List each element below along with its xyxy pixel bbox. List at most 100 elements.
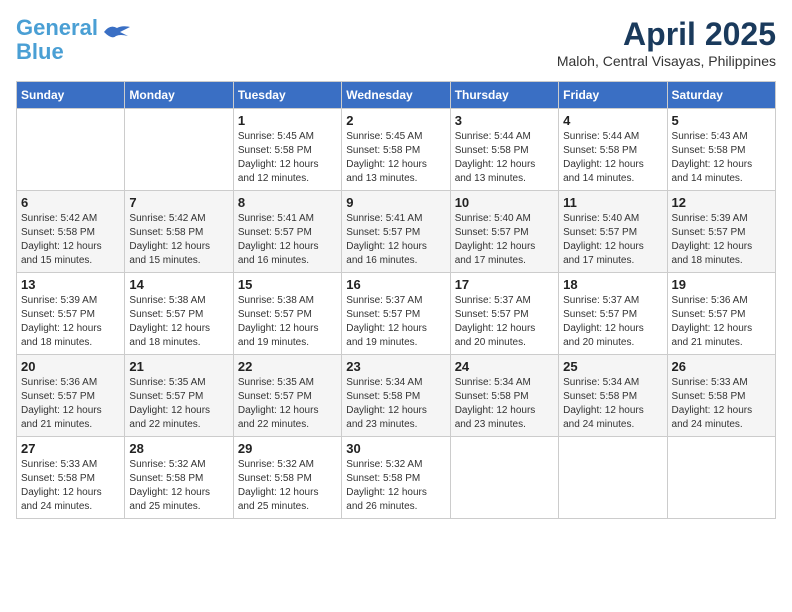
day-number: 30 — [346, 441, 445, 456]
day-info: Sunrise: 5:39 AM Sunset: 5:57 PM Dayligh… — [21, 294, 120, 350]
day-number: 13 — [21, 277, 120, 292]
calendar-cell: 28 Sunrise: 5:32 AM Sunset: 5:58 PM Dayli… — [125, 437, 233, 519]
weekday-header: Thursday — [450, 82, 558, 109]
day-info: Sunrise: 5:39 AM Sunset: 5:57 PM Dayligh… — [672, 212, 771, 268]
day-number: 25 — [563, 359, 662, 374]
calendar-week-row: 27 Sunrise: 5:33 AM Sunset: 5:58 PM Dayli… — [17, 437, 776, 519]
day-info: Sunrise: 5:38 AM Sunset: 5:57 PM Dayligh… — [129, 294, 228, 350]
day-info: Sunrise: 5:33 AM Sunset: 5:58 PM Dayligh… — [672, 376, 771, 432]
day-info: Sunrise: 5:42 AM Sunset: 5:58 PM Dayligh… — [129, 212, 228, 268]
calendar-week-row: 20Sunrise: 5:36 AM Sunset: 5:57 PM Dayli… — [17, 355, 776, 437]
day-info: Sunrise: 5:44 AM Sunset: 5:58 PM Dayligh… — [455, 130, 554, 186]
calendar-cell: 7 Sunrise: 5:42 AM Sunset: 5:58 PM Daylig… — [125, 191, 233, 273]
calendar-cell: 14 Sunrise: 5:38 AM Sunset: 5:57 PM Dayli… — [125, 273, 233, 355]
calendar-cell: 13 Sunrise: 5:39 AM Sunset: 5:57 PM Dayli… — [17, 273, 125, 355]
calendar-cell: 29Sunrise: 5:32 AM Sunset: 5:58 PM Dayli… — [233, 437, 341, 519]
day-number: 24 — [455, 359, 554, 374]
weekday-header: Sunday — [17, 82, 125, 109]
calendar-cell — [559, 437, 667, 519]
calendar-cell: 3 Sunrise: 5:44 AM Sunset: 5:58 PM Daylig… — [450, 109, 558, 191]
day-number: 18 — [563, 277, 662, 292]
day-info: Sunrise: 5:34 AM Sunset: 5:58 PM Dayligh… — [346, 376, 445, 432]
day-number: 11 — [563, 195, 662, 210]
calendar-header-row: SundayMondayTuesdayWednesdayThursdayFrid… — [17, 82, 776, 109]
day-info: Sunrise: 5:43 AM Sunset: 5:58 PM Dayligh… — [672, 130, 771, 186]
calendar-cell: 21 Sunrise: 5:35 AM Sunset: 5:57 PM Dayli… — [125, 355, 233, 437]
day-number: 22 — [238, 359, 337, 374]
calendar-cell: 11 Sunrise: 5:40 AM Sunset: 5:57 PM Dayli… — [559, 191, 667, 273]
logo-blue: Blue — [16, 39, 64, 64]
calendar-cell: 23Sunrise: 5:34 AM Sunset: 5:58 PM Dayli… — [342, 355, 450, 437]
calendar-cell: 8Sunrise: 5:41 AM Sunset: 5:57 PM Daylig… — [233, 191, 341, 273]
day-info: Sunrise: 5:37 AM Sunset: 5:57 PM Dayligh… — [455, 294, 554, 350]
calendar-cell — [125, 109, 233, 191]
day-info: Sunrise: 5:37 AM Sunset: 5:57 PM Dayligh… — [563, 294, 662, 350]
calendar-cell — [667, 437, 775, 519]
day-number: 6 — [21, 195, 120, 210]
calendar-cell: 10 Sunrise: 5:40 AM Sunset: 5:57 PM Dayli… — [450, 191, 558, 273]
calendar-week-row: 13 Sunrise: 5:39 AM Sunset: 5:57 PM Dayli… — [17, 273, 776, 355]
calendar-week-row: 6 Sunrise: 5:42 AM Sunset: 5:58 PM Daylig… — [17, 191, 776, 273]
weekday-header: Wednesday — [342, 82, 450, 109]
day-info: Sunrise: 5:34 AM Sunset: 5:58 PM Dayligh… — [455, 376, 554, 432]
day-number: 21 — [129, 359, 228, 374]
day-number: 5 — [672, 113, 771, 128]
day-info: Sunrise: 5:35 AM Sunset: 5:57 PM Dayligh… — [238, 376, 337, 432]
day-number: 26 — [672, 359, 771, 374]
day-info: Sunrise: 5:32 AM Sunset: 5:58 PM Dayligh… — [346, 458, 445, 514]
day-info: Sunrise: 5:33 AM Sunset: 5:58 PM Dayligh… — [21, 458, 120, 514]
day-number: 28 — [129, 441, 228, 456]
day-number: 4 — [563, 113, 662, 128]
day-number: 10 — [455, 195, 554, 210]
logo-text: General Blue — [16, 16, 98, 64]
calendar-week-row: 1 Sunrise: 5:45 AM Sunset: 5:58 PM Daylig… — [17, 109, 776, 191]
day-number: 16 — [346, 277, 445, 292]
day-number: 2 — [346, 113, 445, 128]
day-info: Sunrise: 5:45 AM Sunset: 5:58 PM Dayligh… — [238, 130, 337, 186]
weekday-header: Monday — [125, 82, 233, 109]
calendar-cell: 22 Sunrise: 5:35 AM Sunset: 5:57 PM Dayli… — [233, 355, 341, 437]
day-info: Sunrise: 5:34 AM Sunset: 5:58 PM Dayligh… — [563, 376, 662, 432]
calendar-cell: 26 Sunrise: 5:33 AM Sunset: 5:58 PM Dayli… — [667, 355, 775, 437]
month-title: April 2025 — [557, 16, 776, 53]
day-info: Sunrise: 5:36 AM Sunset: 5:57 PM Dayligh… — [672, 294, 771, 350]
day-number: 1 — [238, 113, 337, 128]
logo-bird-icon — [102, 22, 132, 42]
day-info: Sunrise: 5:38 AM Sunset: 5:57 PM Dayligh… — [238, 294, 337, 350]
day-info: Sunrise: 5:36 AM Sunset: 5:57 PM Dayligh… — [21, 376, 120, 432]
day-number: 9 — [346, 195, 445, 210]
weekday-header: Saturday — [667, 82, 775, 109]
day-number: 17 — [455, 277, 554, 292]
day-number: 14 — [129, 277, 228, 292]
page-header: General Blue April 2025 Maloh, Central V… — [16, 16, 776, 69]
calendar-cell: 30 Sunrise: 5:32 AM Sunset: 5:58 PM Dayli… — [342, 437, 450, 519]
calendar-cell: 27 Sunrise: 5:33 AM Sunset: 5:58 PM Dayli… — [17, 437, 125, 519]
day-number: 7 — [129, 195, 228, 210]
calendar-cell: 24 Sunrise: 5:34 AM Sunset: 5:58 PM Dayli… — [450, 355, 558, 437]
calendar-cell: 2Sunrise: 5:45 AM Sunset: 5:58 PM Daylig… — [342, 109, 450, 191]
calendar-cell: 12 Sunrise: 5:39 AM Sunset: 5:57 PM Dayli… — [667, 191, 775, 273]
calendar-cell: 9 Sunrise: 5:41 AM Sunset: 5:57 PM Daylig… — [342, 191, 450, 273]
calendar-cell: 5 Sunrise: 5:43 AM Sunset: 5:58 PM Daylig… — [667, 109, 775, 191]
day-info: Sunrise: 5:40 AM Sunset: 5:57 PM Dayligh… — [563, 212, 662, 268]
day-info: Sunrise: 5:32 AM Sunset: 5:58 PM Dayligh… — [129, 458, 228, 514]
location-text: Maloh, Central Visayas, Philippines — [557, 53, 776, 69]
day-info: Sunrise: 5:35 AM Sunset: 5:57 PM Dayligh… — [129, 376, 228, 432]
calendar-cell: 15 Sunrise: 5:38 AM Sunset: 5:57 PM Dayli… — [233, 273, 341, 355]
day-number: 27 — [21, 441, 120, 456]
calendar-cell: 1 Sunrise: 5:45 AM Sunset: 5:58 PM Daylig… — [233, 109, 341, 191]
calendar-table: SundayMondayTuesdayWednesdayThursdayFrid… — [16, 81, 776, 519]
calendar-cell: 6Sunrise: 5:42 AM Sunset: 5:58 PM Daylig… — [17, 191, 125, 273]
day-number: 3 — [455, 113, 554, 128]
calendar-cell: 4Sunrise: 5:44 AM Sunset: 5:58 PM Daylig… — [559, 109, 667, 191]
day-number: 8 — [238, 195, 337, 210]
calendar-cell: 25 Sunrise: 5:34 AM Sunset: 5:58 PM Dayli… — [559, 355, 667, 437]
day-number: 15 — [238, 277, 337, 292]
day-number: 12 — [672, 195, 771, 210]
weekday-header: Friday — [559, 82, 667, 109]
day-info: Sunrise: 5:40 AM Sunset: 5:57 PM Dayligh… — [455, 212, 554, 268]
calendar-cell: 18 Sunrise: 5:37 AM Sunset: 5:57 PM Dayli… — [559, 273, 667, 355]
day-info: Sunrise: 5:32 AM Sunset: 5:58 PM Dayligh… — [238, 458, 337, 514]
calendar-cell: 19Sunrise: 5:36 AM Sunset: 5:57 PM Dayli… — [667, 273, 775, 355]
day-info: Sunrise: 5:41 AM Sunset: 5:57 PM Dayligh… — [346, 212, 445, 268]
